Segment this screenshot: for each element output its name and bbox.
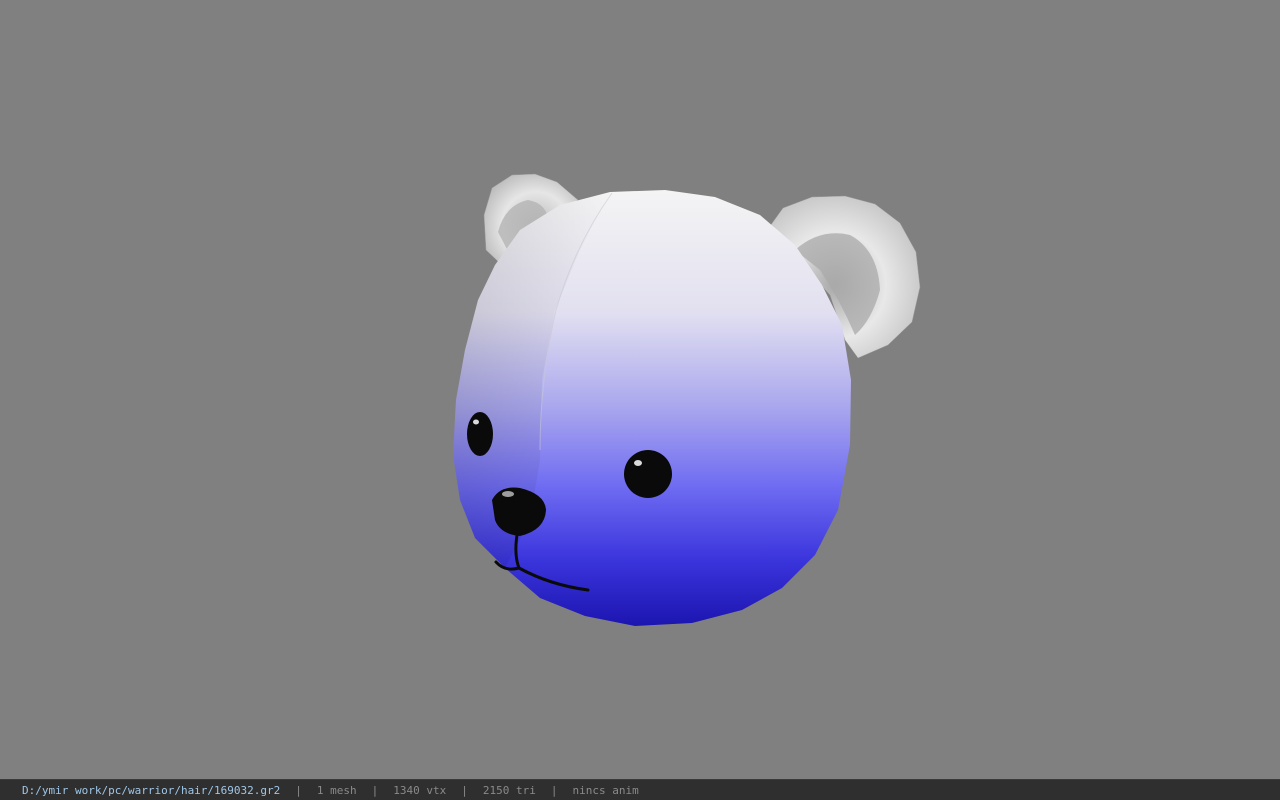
bear-head-model[interactable] (0, 0, 1280, 779)
triangle-count: 2150 tri (482, 783, 536, 797)
mesh-count: 1 mesh (316, 783, 357, 797)
separator: | (461, 783, 468, 797)
left-eye (467, 412, 493, 456)
anim-status: nincs anim (572, 783, 639, 797)
file-path: D:/ymir work/pc/warrior/hair/169032.gr2 (22, 783, 281, 797)
status-bar: D:/ymir work/pc/warrior/hair/169032.gr2 … (0, 779, 1280, 800)
3d-viewport[interactable] (0, 0, 1280, 779)
separator: | (295, 783, 302, 797)
vertex-count: 1340 vtx (393, 783, 447, 797)
right-eye (624, 450, 672, 498)
separator: | (550, 783, 558, 797)
bear-head (453, 190, 851, 626)
separator: | (371, 783, 379, 797)
